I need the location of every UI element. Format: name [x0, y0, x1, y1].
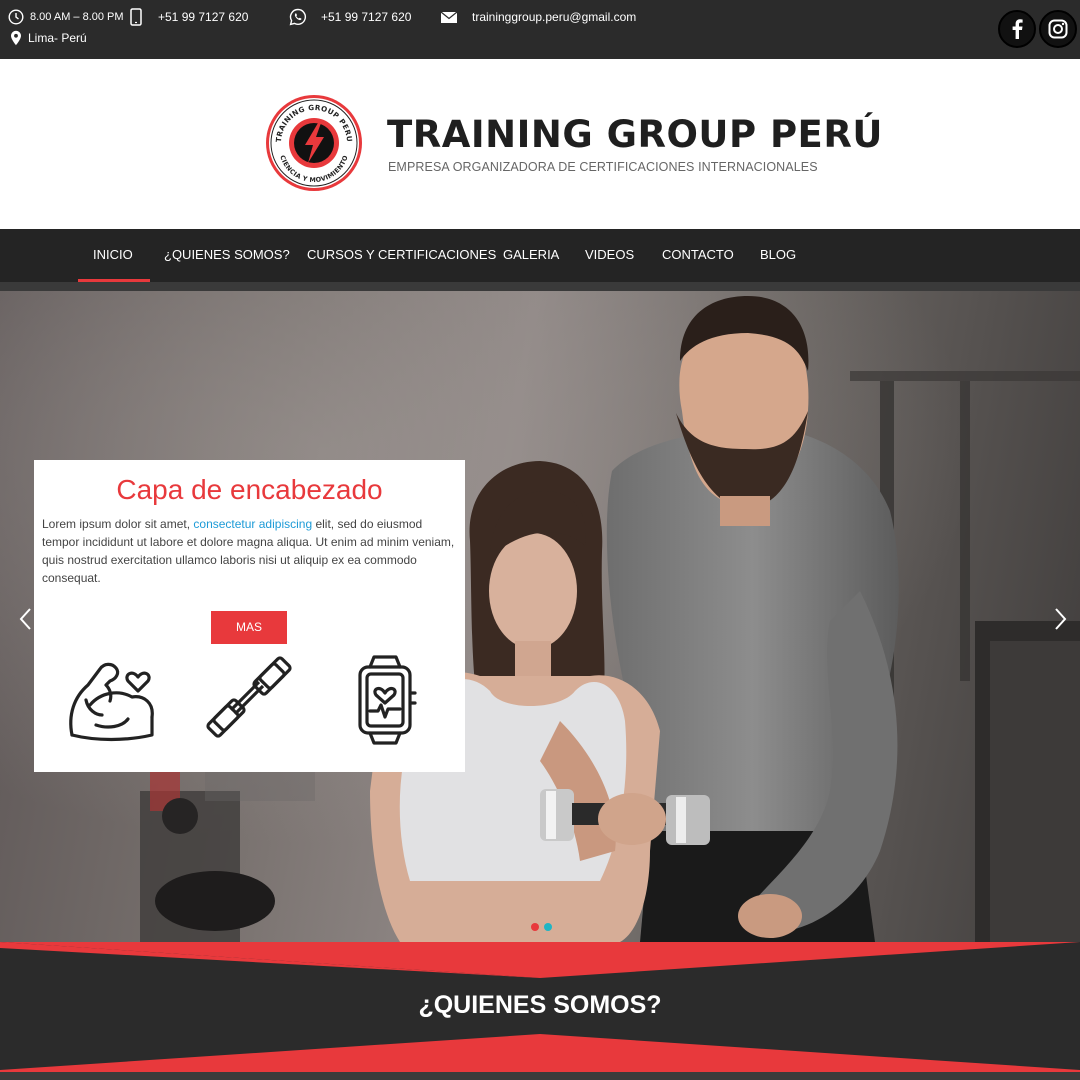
company-logo[interactable]: TRAINING GROUP PERU CIENCIA Y MOVIMIENTO: [264, 93, 364, 193]
hours-info: 8.00 AM – 8.00 PM: [8, 8, 124, 26]
hours-text: 8.00 AM – 8.00 PM: [30, 11, 124, 23]
flexed-arm-heart-icon: [69, 662, 154, 742]
nav-item-inicio[interactable]: INICIO: [78, 229, 150, 282]
nav-item-blog[interactable]: BLOG: [760, 229, 796, 282]
whatsapp-info[interactable]: +51 99 7127 620: [289, 8, 411, 26]
hero-text-start: Lorem ipsum dolor sit amet,: [42, 517, 194, 531]
hero-slider: Capa de encabezado Lorem ipsum dolor sit…: [0, 291, 1080, 942]
location-info: Lima- Perú: [10, 29, 87, 47]
hero-text-link[interactable]: consectetur adipiscing: [193, 517, 312, 531]
nav-item-cursos[interactable]: CURSOS Y CERTIFICACIONES: [307, 229, 496, 282]
slider-dot[interactable]: [531, 923, 539, 931]
nav-item-videos[interactable]: VIDEOS: [585, 229, 634, 282]
about-section-title: ¿QUIENES SOMOS?: [418, 991, 662, 1019]
brand-name: TRAINING GROUP PERÚ: [387, 113, 883, 156]
hero-description: Lorem ipsum dolor sit amet, consectetur …: [42, 515, 457, 587]
top-info-bar: 8.00 AM – 8.00 PM +51 99 7127 620 +51 99…: [0, 0, 1080, 59]
main-navigation: INICIO ¿QUIENES SOMOS? CURSOS Y CERTIFIC…: [0, 229, 1080, 282]
hero-caption-card: Capa de encabezado Lorem ipsum dolor sit…: [34, 460, 465, 772]
nav-item-quienes-somos[interactable]: ¿QUIENES SOMOS?: [164, 229, 290, 282]
whatsapp-icon: [289, 8, 307, 26]
about-section-banner: ¿QUIENES SOMOS?: [0, 942, 1080, 1080]
whatsapp-text[interactable]: +51 99 7127 620: [321, 8, 411, 26]
envelope-icon: [440, 11, 458, 23]
brand-tagline: EMPRESA ORGANIZADORA DE CERTIFICACIONES …: [388, 160, 818, 174]
facebook-button[interactable]: [998, 10, 1036, 48]
site-header: TRAINING GROUP PERU CIENCIA Y MOVIMIENTO…: [0, 59, 1080, 229]
mobile-phone-icon: [130, 8, 142, 26]
nav-item-galeria[interactable]: GALERIA: [503, 229, 559, 282]
facebook-icon: [1012, 19, 1023, 39]
map-pin-icon: [11, 30, 21, 46]
clock-icon: [8, 9, 24, 25]
instagram-button[interactable]: [1039, 10, 1077, 48]
location-text: Lima- Perú: [28, 31, 87, 45]
slider-next-arrow[interactable]: [1050, 607, 1070, 631]
nav-item-contacto[interactable]: CONTACTO: [662, 229, 734, 282]
hero-title: Capa de encabezado: [116, 474, 383, 505]
slider-dots: [531, 923, 552, 931]
slider-dot-active[interactable]: [544, 923, 552, 931]
slider-prev-arrow[interactable]: [16, 607, 36, 631]
phone-info[interactable]: +51 99 7127 620: [130, 8, 248, 26]
nav-divider: [0, 282, 1080, 291]
smartwatch-heart-icon: [358, 655, 417, 745]
instagram-icon: [1048, 19, 1068, 39]
mas-button[interactable]: MAS: [211, 611, 287, 644]
email-text[interactable]: traininggroup.peru@gmail.com: [472, 8, 636, 26]
phone-text[interactable]: +51 99 7127 620: [158, 8, 248, 26]
dumbbell-icon: [206, 656, 292, 738]
email-info[interactable]: traininggroup.peru@gmail.com: [440, 8, 636, 26]
